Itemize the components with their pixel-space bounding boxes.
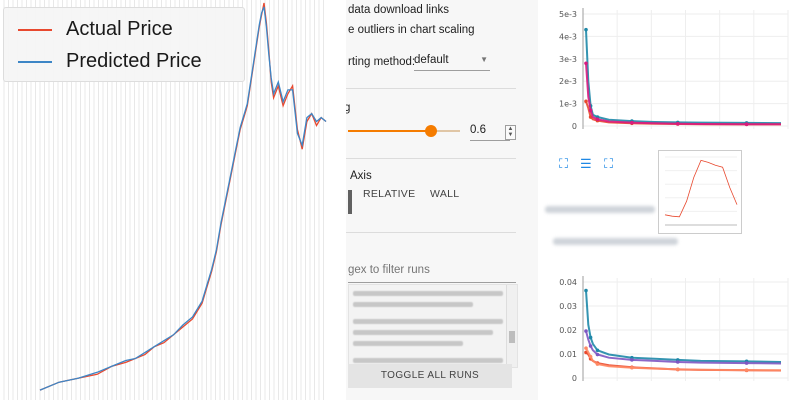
y-tick-label: 0	[572, 122, 577, 131]
smoothing-value-text: 0.6	[470, 124, 486, 136]
runs-scrollbar-thumb[interactable]	[509, 331, 515, 343]
sorting-method-select[interactable]: default ▼	[414, 54, 490, 71]
list-item[interactable]	[353, 341, 463, 346]
data-point	[584, 61, 588, 66]
list-item[interactable]	[353, 291, 503, 296]
y-tick-label: 0	[572, 374, 577, 383]
axis-wall-button[interactable]: WALL	[430, 188, 459, 200]
list-item[interactable]	[353, 319, 503, 324]
runs-list[interactable]	[348, 284, 518, 368]
data-point	[630, 365, 634, 370]
list-item[interactable]	[353, 302, 473, 307]
smoothing-slider[interactable]	[348, 125, 460, 137]
axis-step-button[interactable]	[348, 190, 352, 214]
data-point	[595, 352, 600, 357]
list-item[interactable]	[353, 358, 503, 363]
legend-item-actual: Actual Price	[18, 18, 173, 41]
y-tick-label: 0.04	[559, 278, 577, 287]
legend-swatch-actual	[18, 28, 52, 31]
y-tick-label: 0.02	[559, 326, 577, 335]
runs-scrollbar[interactable]	[506, 285, 517, 367]
expand-icon[interactable]: ⛶	[604, 157, 613, 170]
chart-legend: Actual Price Predicted Price	[3, 7, 245, 82]
horizontal-axis-label: Axis	[350, 170, 372, 182]
preview-thumbnail-chart	[658, 150, 742, 234]
y-tick-label: 4e-3	[559, 32, 577, 41]
ignore-outliers-label[interactable]: e outliers in chart scaling	[348, 24, 475, 36]
divider	[330, 88, 516, 89]
data-point	[744, 368, 749, 372]
data-download-links-label[interactable]: data download links	[348, 4, 449, 16]
settings-panel: data download links e outliers in chart …	[330, 0, 538, 400]
data-point	[584, 27, 588, 32]
data-point	[675, 360, 680, 364]
data-point	[630, 358, 634, 362]
data-point	[744, 361, 749, 365]
y-tick-label: 1e-3	[559, 100, 577, 109]
data-point	[595, 348, 600, 353]
legend-item-predicted: Predicted Price	[18, 50, 202, 73]
divider	[330, 232, 516, 233]
sorting-method-value: default	[414, 54, 449, 66]
sorting-method-label: rting method:	[348, 56, 416, 68]
data-point	[675, 121, 680, 126]
loss-chart-top: 0 1e-3 2e-3 3e-3 4e-3 5e-3	[538, 6, 800, 146]
list-item[interactable]	[353, 330, 493, 335]
loss-chart-bottom: 0 0.01 0.02 0.03 0.04	[538, 262, 800, 396]
run-filter-input[interactable]: gex to filter runs	[348, 264, 516, 283]
data-point	[584, 99, 588, 104]
data-point	[630, 120, 634, 125]
smoothing-value-input[interactable]: 0.6	[470, 124, 510, 141]
data-point	[584, 288, 588, 293]
chevron-down-icon: ▼	[480, 55, 488, 64]
y-tick-label: 3e-3	[559, 55, 577, 64]
chart-caption-blurred	[545, 206, 655, 213]
data-point	[588, 344, 593, 348]
data-table-icon[interactable]: ☰	[580, 157, 592, 170]
data-point	[584, 329, 588, 333]
legend-swatch-predicted	[18, 60, 52, 63]
smoothing-stepper[interactable]: ▲ ▼	[505, 125, 516, 140]
axis-relative-button[interactable]: RELATIVE	[363, 188, 415, 200]
run-filter-placeholder: gex to filter runs	[348, 264, 430, 276]
smoothing-slider-thumb[interactable]	[425, 125, 438, 137]
y-tick-label: 0.03	[559, 302, 577, 311]
series-line	[664, 159, 738, 218]
y-tick-label: 0.01	[559, 350, 577, 359]
data-point	[675, 367, 680, 372]
data-point	[588, 354, 593, 359]
data-point	[584, 346, 588, 350]
smoothing-slider-fill	[348, 130, 432, 132]
data-point	[588, 108, 593, 113]
fit-domain-icon[interactable]: ⛶	[559, 157, 568, 170]
data-point	[744, 122, 749, 127]
y-tick-label: 2e-3	[559, 77, 577, 86]
chart-caption-blurred	[553, 238, 678, 245]
divider	[330, 158, 516, 159]
legend-label-predicted: Predicted Price	[66, 50, 202, 72]
data-point	[595, 117, 600, 122]
toggle-all-runs-button[interactable]: TOGGLE ALL RUNS	[348, 364, 512, 388]
y-tick-label: 5e-3	[559, 10, 577, 19]
data-point	[588, 335, 593, 340]
legend-label-actual: Actual Price	[66, 18, 173, 40]
data-point	[595, 362, 600, 366]
